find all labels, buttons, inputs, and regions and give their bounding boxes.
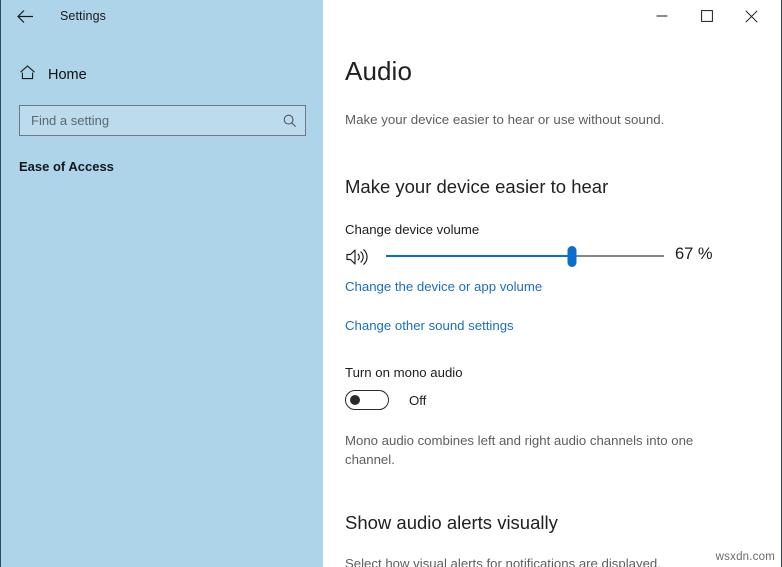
back-button[interactable] <box>10 2 40 30</box>
page-title: Audio <box>345 56 412 87</box>
search-icon[interactable] <box>275 106 305 135</box>
link-change-other-sound-settings[interactable]: Change other sound settings <box>345 318 514 333</box>
minimize-icon <box>656 10 668 22</box>
window-title: Settings <box>60 9 106 23</box>
search-input[interactable] <box>20 106 275 135</box>
volume-slider-row: 67 % <box>345 242 745 272</box>
slider-thumb[interactable] <box>568 246 577 267</box>
window-controls <box>639 0 774 32</box>
mono-audio-toggle-row: Off <box>345 390 426 410</box>
home-icon <box>19 64 36 86</box>
link-change-device-or-app-volume[interactable]: Change the device or app volume <box>345 279 542 294</box>
maximize-icon <box>701 10 713 22</box>
sidebar-home-label: Home <box>48 67 87 83</box>
close-button[interactable] <box>729 1 774 31</box>
search-box[interactable] <box>19 105 306 136</box>
alerts-subtitle: Select how visual alerts for notificatio… <box>345 556 661 567</box>
sidebar-section-ease-of-access[interactable]: Ease of Access <box>19 159 114 174</box>
watermark: wsxdn.com <box>716 551 775 563</box>
volume-value: 67 % <box>675 245 713 264</box>
mono-audio-state: Off <box>409 393 426 408</box>
sidebar: Home Ease of Access <box>0 0 323 567</box>
back-arrow-icon <box>16 9 35 24</box>
main-content: Audio Make your device easier to hear or… <box>323 0 781 567</box>
settings-window: Home Ease of Access Settings <box>0 0 782 567</box>
maximize-button[interactable] <box>684 1 729 31</box>
section-heading-hear: Make your device easier to hear <box>345 176 608 198</box>
slider-fill <box>386 255 572 257</box>
mono-audio-description: Mono audio combines left and right audio… <box>345 431 745 469</box>
volume-slider[interactable] <box>386 242 664 272</box>
section-heading-alerts: Show audio alerts visually <box>345 512 558 534</box>
page-subtitle: Make your device easier to hear or use w… <box>345 112 664 127</box>
mono-audio-label: Turn on mono audio <box>345 365 463 380</box>
mono-audio-toggle[interactable] <box>345 390 389 410</box>
title-bar: Settings <box>0 0 782 32</box>
volume-label: Change device volume <box>345 222 479 237</box>
sidebar-item-home[interactable]: Home <box>15 62 91 88</box>
toggle-knob <box>350 395 360 405</box>
minimize-button[interactable] <box>639 1 684 31</box>
close-icon <box>745 10 758 23</box>
speaker-volume-icon <box>345 245 375 269</box>
